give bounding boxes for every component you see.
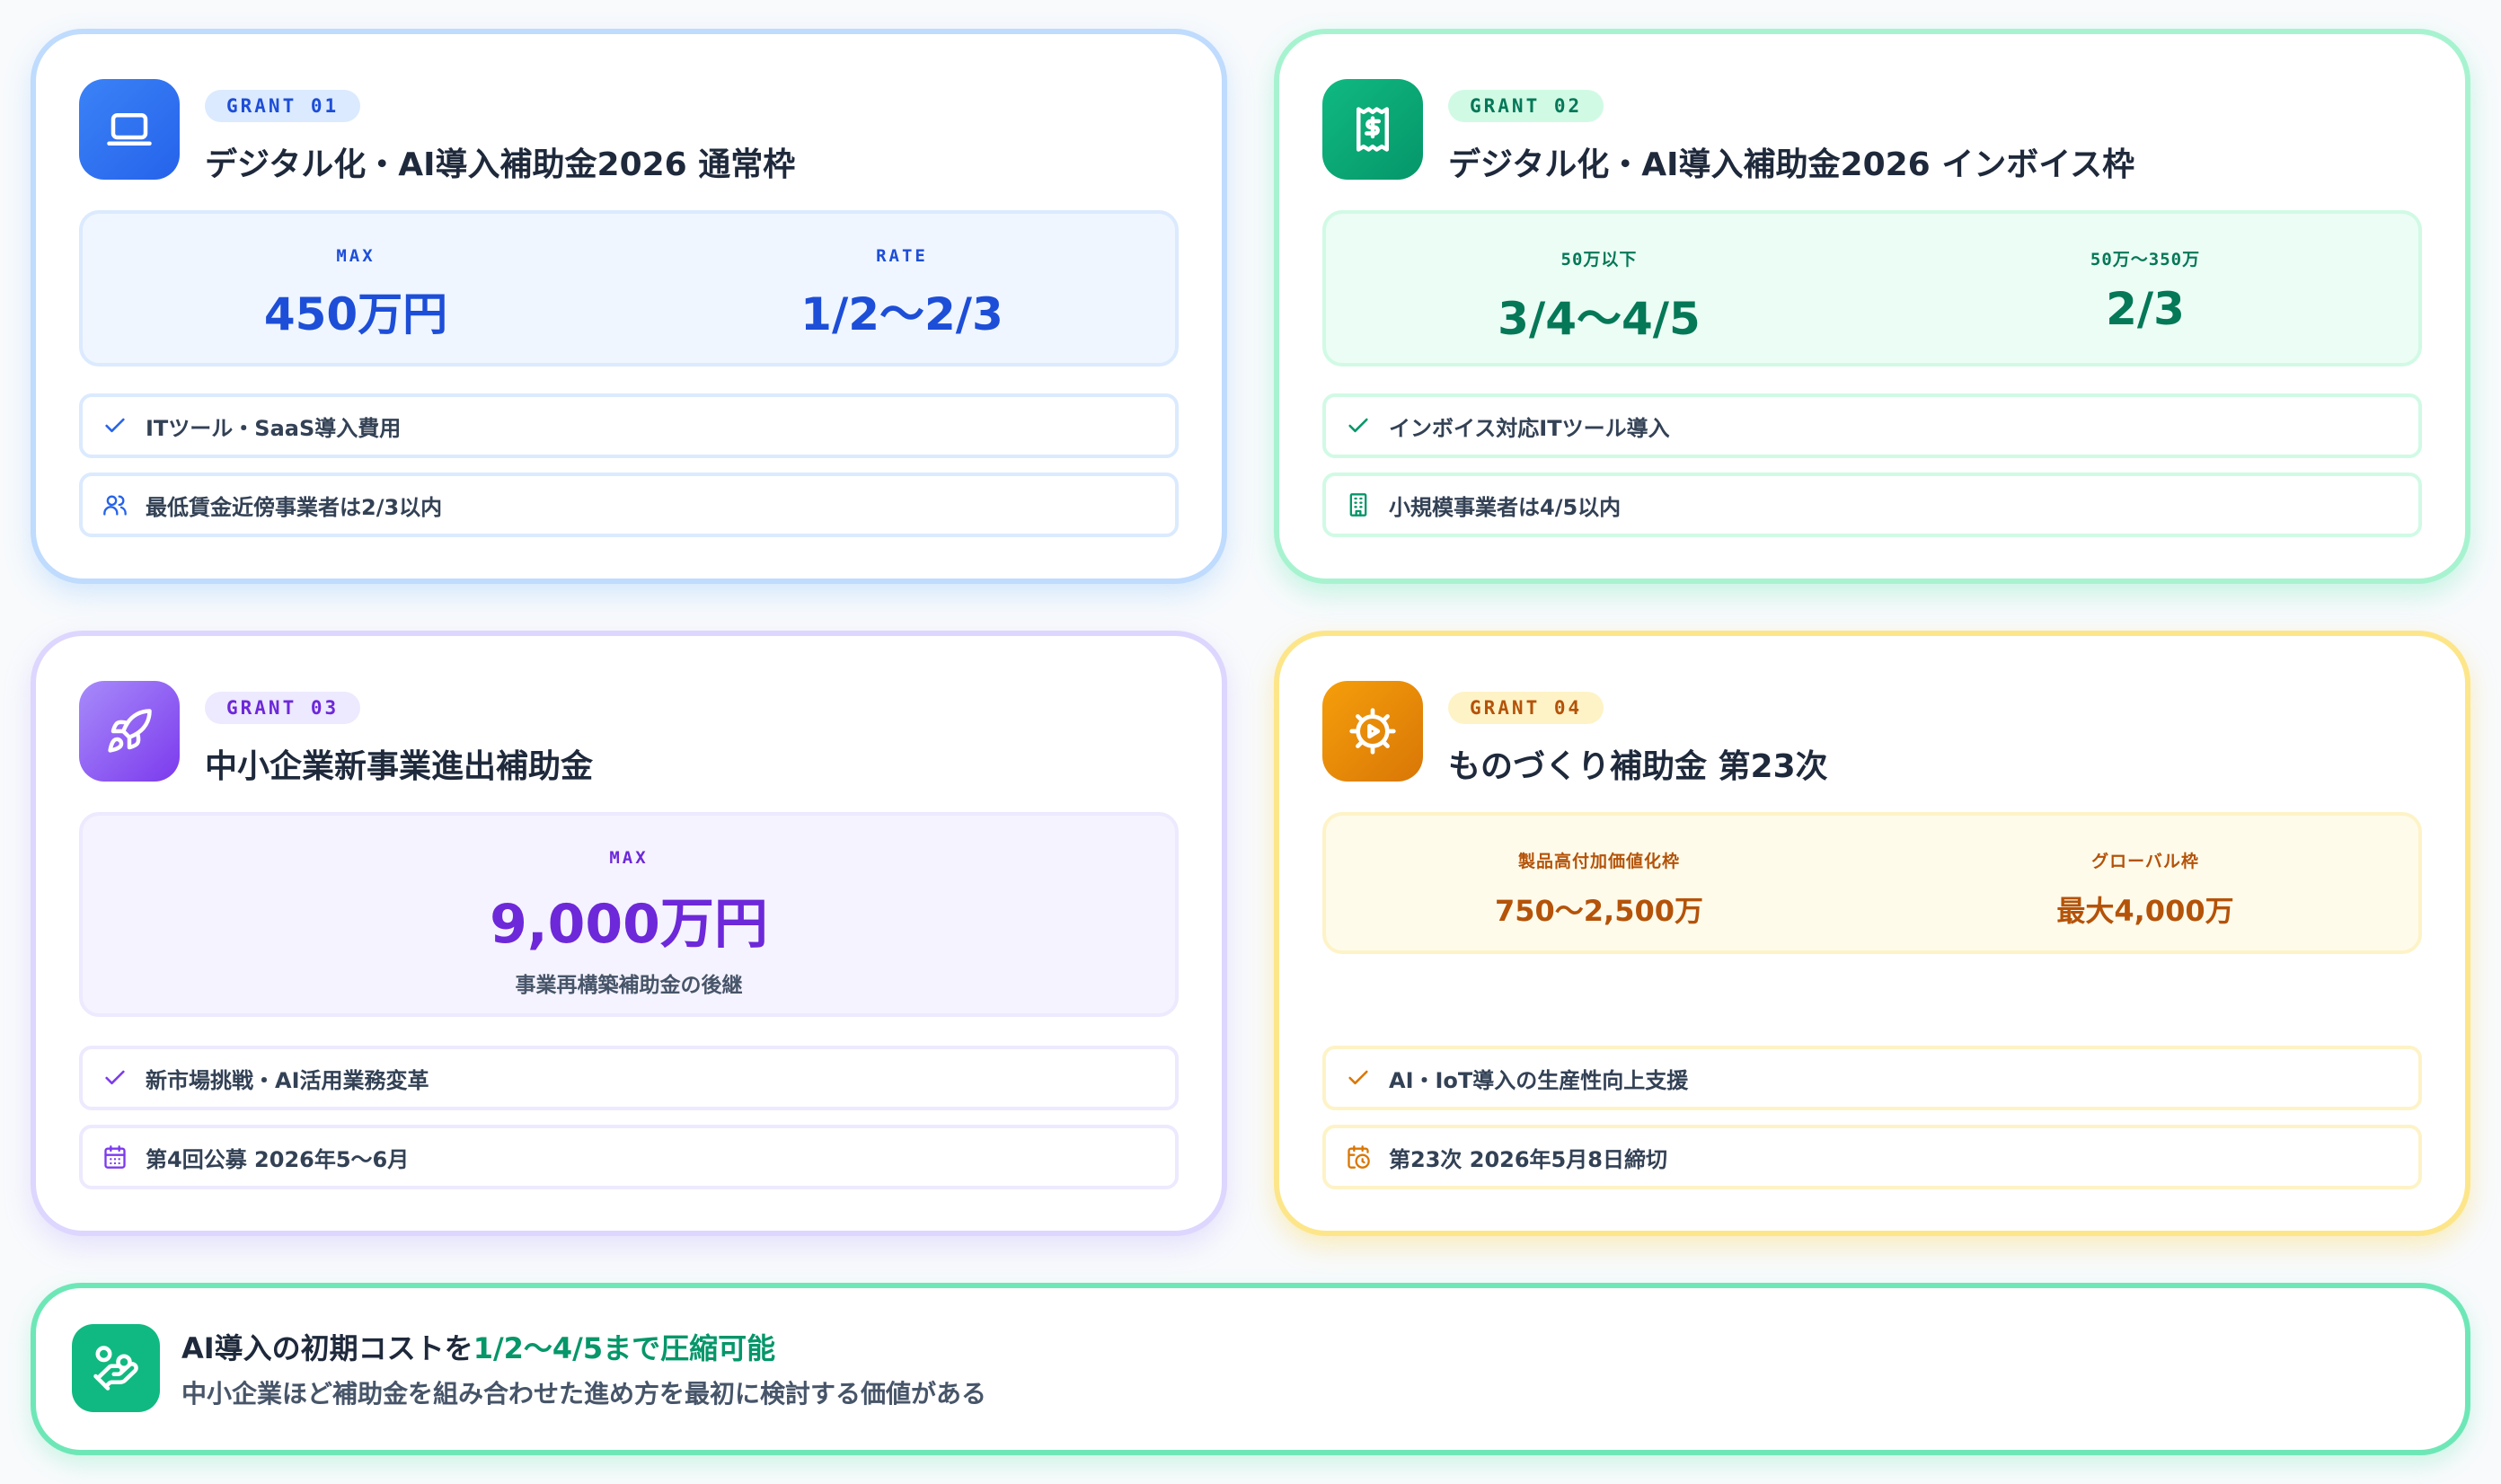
grant-card-02: GRANT 02 デジタル化・AI導入補助金2026 インボイス枠 50万以下 … bbox=[1274, 29, 2470, 584]
feature-row: 第4回公募 2026年5〜6月 bbox=[79, 1125, 1179, 1189]
stat-label: RATE bbox=[876, 246, 928, 266]
summary-title-prefix: AI導入の初期コストを bbox=[181, 1331, 473, 1365]
stat-panel: 50万以下 3/4〜4/5 50万〜350万 2/3 bbox=[1322, 210, 2422, 367]
stat-label: グローバル枠 bbox=[2091, 852, 2199, 871]
check-icon bbox=[105, 1070, 125, 1085]
laptop-icon bbox=[79, 79, 180, 180]
feature-text: ITツール・SaaS導入費用 bbox=[146, 415, 402, 441]
users-icon bbox=[103, 495, 127, 516]
stat-max: MAX 9,000万円 事業再構築補助金の後継 bbox=[83, 816, 1175, 1013]
check-icon bbox=[105, 418, 125, 433]
gear-icon bbox=[1322, 681, 1423, 782]
stat-panel: MAX 450万円 RATE 1/2〜2/3 bbox=[79, 210, 1179, 367]
calendar-clock-icon bbox=[1348, 1145, 1370, 1169]
stat-value: 9,000万円 bbox=[490, 893, 768, 956]
grant-card-04: GRANT 04 ものづくり補助金 第23次 製品高付加価値化枠 750〜2,5… bbox=[1274, 631, 2470, 1236]
stat-value: 450万円 bbox=[263, 288, 448, 340]
grant-title: デジタル化・AI導入補助金2026 インボイス枠 bbox=[1448, 146, 2135, 183]
rocket-icon bbox=[79, 681, 180, 782]
stat-sub: 事業再構築補助金の後継 bbox=[515, 974, 743, 997]
stat-label: MAX bbox=[336, 246, 376, 266]
feature-text: インボイス対応ITツール導入 bbox=[1389, 415, 1670, 441]
stat-value: 750〜2,500万 bbox=[1494, 894, 1704, 928]
stat-panel: MAX 9,000万円 事業再構築補助金の後継 bbox=[79, 812, 1179, 1017]
stat-panel: 製品高付加価値化枠 750〜2,500万 グローバル枠 最大4,000万 bbox=[1322, 812, 2422, 954]
stat-rate: RATE 1/2〜2/3 bbox=[629, 214, 1175, 363]
feature-row: 新市場挑戦・AI活用業務変革 bbox=[79, 1046, 1179, 1110]
grant-title: 中小企業新事業進出補助金 bbox=[205, 748, 594, 785]
check-icon bbox=[1348, 1070, 1368, 1085]
feature-row: 小規模事業者は4/5以内 bbox=[1322, 473, 2422, 537]
grant-badge: GRANT 04 bbox=[1448, 692, 1604, 724]
feature-text: 第23次 2026年5月8日締切 bbox=[1389, 1146, 1667, 1172]
stat-label: MAX bbox=[609, 848, 649, 868]
summary-title: AI導入の初期コストを1/2〜4/5まで圧縮可能 bbox=[181, 1326, 775, 1367]
grant-badge: GRANT 02 bbox=[1448, 90, 1604, 122]
grant-badge: GRANT 03 bbox=[205, 692, 361, 724]
stat-label: 50万以下 bbox=[1560, 250, 1638, 269]
grant-title: デジタル化・AI導入補助金2026 通常枠 bbox=[205, 146, 796, 183]
summary-subtitle: 中小企業ほど補助金を組み合わせた進め方を最初に検討する価値がある bbox=[181, 1379, 987, 1409]
grant-card-03: GRANT 03 中小企業新事業進出補助金 MAX 9,000万円 事業再構築補… bbox=[31, 631, 1227, 1236]
stat-max: MAX 450万円 bbox=[83, 214, 629, 363]
grant-title: ものづくり補助金 第23次 bbox=[1448, 748, 1828, 785]
feature-text: 第4回公募 2026年5〜6月 bbox=[146, 1146, 410, 1172]
feature-row: 第23次 2026年5月8日締切 bbox=[1322, 1125, 2422, 1189]
stat-value: 1/2〜2/3 bbox=[800, 288, 1003, 340]
feature-row: AI・IoT導入の生産性向上支援 bbox=[1322, 1046, 2422, 1110]
summary-title-highlight: 1/2〜4/5まで圧縮可能 bbox=[473, 1331, 776, 1365]
calendar-icon bbox=[104, 1145, 126, 1169]
check-icon bbox=[1348, 418, 1368, 433]
stat-label: 50万〜350万 bbox=[2090, 250, 2201, 269]
stat-label: 製品高付加価値化枠 bbox=[1517, 852, 1680, 871]
feature-text: AI・IoT導入の生産性向上支援 bbox=[1389, 1067, 1689, 1093]
grant-card-01: GRANT 01 デジタル化・AI導入補助金2026 通常枠 MAX 450万円… bbox=[31, 29, 1227, 584]
feature-text: 新市場挑戦・AI活用業務変革 bbox=[146, 1067, 429, 1093]
hand-coins-icon bbox=[72, 1324, 160, 1412]
feature-row: ITツール・SaaS導入費用 bbox=[79, 393, 1179, 458]
stat-value: 最大4,000万 bbox=[2056, 894, 2234, 928]
feature-row: インボイス対応ITツール導入 bbox=[1322, 393, 2422, 458]
building-icon bbox=[1349, 493, 1367, 517]
stat-50-350: 50万〜350万 2/3 bbox=[1872, 214, 2418, 363]
grant-badge: GRANT 01 bbox=[205, 90, 361, 122]
feature-row: 最低賃金近傍事業者は2/3以内 bbox=[79, 473, 1179, 537]
stat-under-50: 50万以下 3/4〜4/5 bbox=[1326, 214, 1872, 363]
summary-banner: AI導入の初期コストを1/2〜4/5まで圧縮可能 中小企業ほど補助金を組み合わせ… bbox=[31, 1283, 2470, 1455]
feature-text: 小規模事業者は4/5以内 bbox=[1389, 494, 1622, 520]
stat-global: グローバル枠 最大4,000万 bbox=[1872, 816, 2418, 950]
feature-text: 最低賃金近傍事業者は2/3以内 bbox=[146, 494, 443, 520]
stat-value: 3/4〜4/5 bbox=[1498, 293, 1701, 345]
stat-high-value: 製品高付加価値化枠 750〜2,500万 bbox=[1326, 816, 1872, 950]
stat-value: 2/3 bbox=[2106, 283, 2185, 335]
receipt-icon bbox=[1322, 79, 1423, 180]
